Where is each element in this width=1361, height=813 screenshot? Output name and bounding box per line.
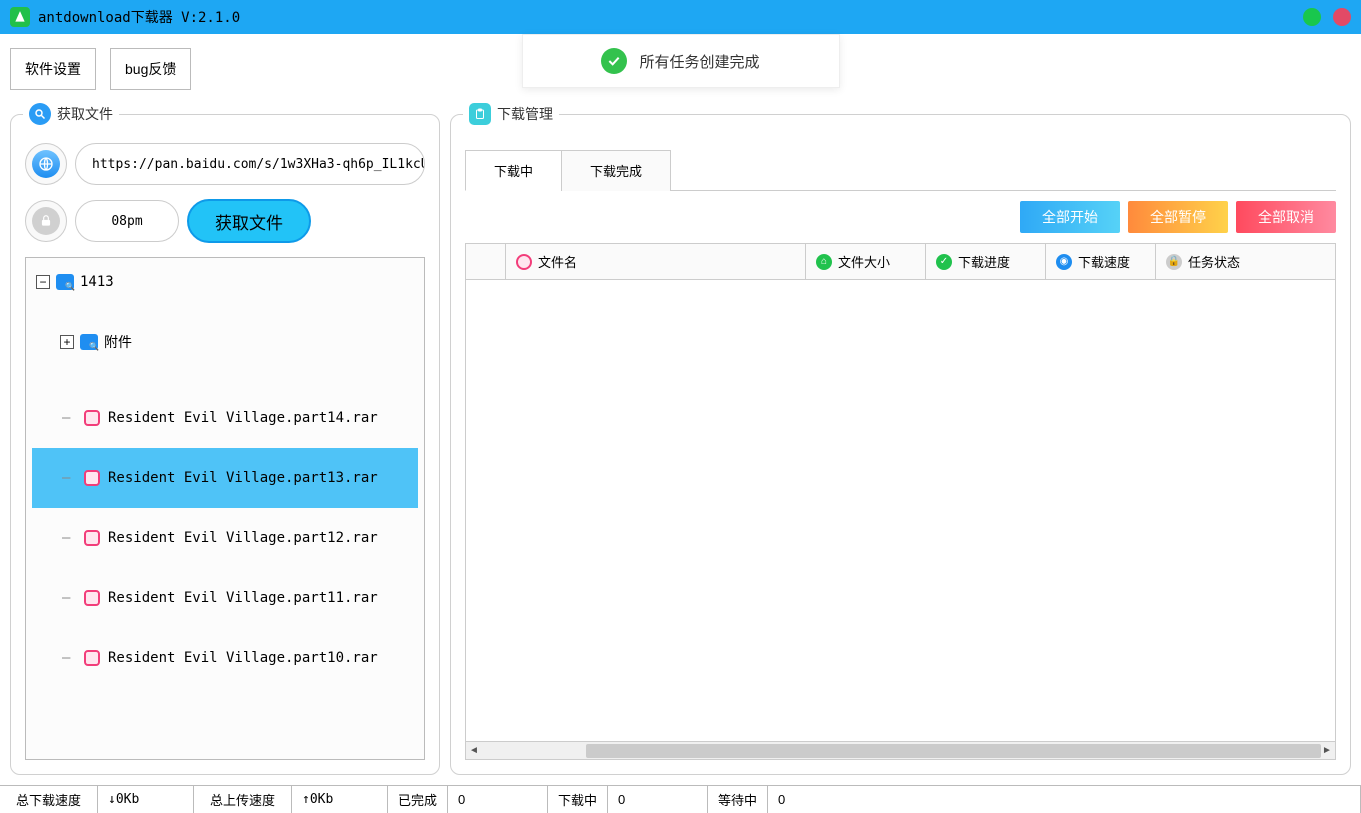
tree-file[interactable]: —Resident Evil Village.part12.rar <box>32 508 418 568</box>
col-status[interactable]: 任务状态 <box>1188 252 1240 271</box>
col-name[interactable]: 文件名 <box>538 252 577 271</box>
pause-all-button[interactable]: 全部暂停 <box>1128 201 1228 233</box>
tree-file[interactable]: —Resident Evil Village.part11.rar <box>32 568 418 628</box>
download-panel: 下载管理 下载中 下载完成 全部开始 全部暂停 全部取消 文件名 ⌂文件大小 ✓… <box>450 114 1351 775</box>
password-input[interactable]: 08pm <box>75 200 179 242</box>
sb-wait-value: 0 <box>768 786 1361 813</box>
download-panel-label: 下载管理 <box>497 104 553 124</box>
check-icon <box>601 48 627 74</box>
sb-done-value: 0 <box>448 786 548 813</box>
lock-icon: 🔒 <box>1166 254 1182 270</box>
globe-icon <box>32 150 60 178</box>
url-input[interactable]: https://pan.baidu.com/s/1w3XHa3-qh6p_IL1… <box>75 143 425 185</box>
col-speed[interactable]: 下载速度 <box>1078 252 1130 271</box>
file-icon <box>84 410 100 426</box>
url-icon-button[interactable] <box>25 143 67 185</box>
size-icon: ⌂ <box>816 254 832 270</box>
col-progress[interactable]: 下载进度 <box>958 252 1010 271</box>
fetch-panel: 获取文件 https://pan.baidu.com/s/1w3XHa3-qh6… <box>10 114 440 775</box>
folder-icon <box>80 334 98 350</box>
lock-icon <box>32 207 60 235</box>
tree-file-label: Resident Evil Village.part12.rar <box>108 530 378 546</box>
toast-message: 所有任务创建完成 <box>639 51 759 72</box>
sb-dl-value: ↓0Kb <box>98 786 194 813</box>
globe-icon: ◉ <box>1056 254 1072 270</box>
file-tree[interactable]: − 1413 + 附件 —Resident Evil Village.part1… <box>25 257 425 760</box>
file-icon <box>84 470 100 486</box>
tab-downloading[interactable]: 下载中 <box>465 150 562 191</box>
expand-icon[interactable]: + <box>60 335 74 349</box>
scroll-left-icon[interactable]: ◄ <box>466 745 482 756</box>
download-panel-title: 下载管理 <box>463 103 559 125</box>
cancel-all-button[interactable]: 全部取消 <box>1236 201 1336 233</box>
col-size[interactable]: 文件大小 <box>838 252 890 271</box>
sb-active-label: 下载中 <box>548 786 608 813</box>
minimize-button[interactable] <box>1303 8 1321 26</box>
fetch-panel-label: 获取文件 <box>57 104 113 124</box>
tree-root-label: 1413 <box>80 274 114 290</box>
tree-folder-label: 附件 <box>104 332 132 352</box>
tree-file[interactable]: —Resident Evil Village.part13.rar <box>32 448 418 508</box>
file-icon <box>84 650 100 666</box>
tree-file-label: Resident Evil Village.part14.rar <box>108 410 378 426</box>
tab-completed[interactable]: 下载完成 <box>561 150 671 191</box>
close-button[interactable] <box>1333 8 1351 26</box>
sb-ul-value: ↑0Kb <box>292 786 388 813</box>
tree-file-label: Resident Evil Village.part10.rar <box>108 650 378 666</box>
file-icon <box>84 590 100 606</box>
scroll-right-icon[interactable]: ► <box>1319 745 1335 756</box>
collapse-icon[interactable]: − <box>36 275 50 289</box>
tree-file-label: Resident Evil Village.part11.rar <box>108 590 378 606</box>
toast-notification: 所有任务创建完成 <box>522 34 840 88</box>
sb-done-label: 已完成 <box>388 786 448 813</box>
fetch-panel-title: 获取文件 <box>23 103 119 125</box>
sb-ul-label: 总上传速度 <box>194 786 292 813</box>
folder-icon <box>56 274 74 290</box>
tree-root[interactable]: − 1413 <box>32 268 418 296</box>
check-icon: ✓ <box>936 254 952 270</box>
tree-file[interactable]: —Resident Evil Village.part14.rar <box>32 388 418 448</box>
tree-file-label: Resident Evil Village.part13.rar <box>108 470 378 486</box>
status-bar: 总下载速度 ↓0Kb 总上传速度 ↑0Kb 已完成 0 下载中 0 等待中 0 <box>0 785 1361 813</box>
table-header: 文件名 ⌂ 文件大小 ✓ 下载进度 ◉ 下载速度 🔒 任务状态 <box>466 244 1335 280</box>
bug-report-button[interactable]: bug反馈 <box>110 48 191 90</box>
settings-button[interactable]: 软件设置 <box>10 48 96 90</box>
tree-file[interactable]: —Resident Evil Village.part10.rar <box>32 628 418 688</box>
app-icon <box>10 7 30 27</box>
sb-wait-label: 等待中 <box>708 786 768 813</box>
horizontal-scrollbar[interactable]: ◄ ► <box>466 741 1335 759</box>
fetch-button[interactable]: 获取文件 <box>187 199 311 243</box>
sb-active-value: 0 <box>608 786 708 813</box>
file-icon <box>516 254 532 270</box>
start-all-button[interactable]: 全部开始 <box>1020 201 1120 233</box>
clipboard-icon <box>469 103 491 125</box>
tree-folder[interactable]: + 附件 <box>32 326 418 358</box>
search-icon <box>29 103 51 125</box>
password-icon-button[interactable] <box>25 200 67 242</box>
titlebar: antdownload下载器 V:2.1.0 <box>0 0 1361 34</box>
download-table: 文件名 ⌂ 文件大小 ✓ 下载进度 ◉ 下载速度 🔒 任务状态 ◄ ► <box>465 243 1336 760</box>
sb-dl-label: 总下载速度 <box>0 786 98 813</box>
table-body <box>466 280 1335 741</box>
app-title: antdownload下载器 V:2.1.0 <box>38 7 240 27</box>
scrollbar-thumb[interactable] <box>586 744 1321 758</box>
file-icon <box>84 530 100 546</box>
tabs: 下载中 下载完成 <box>465 149 1336 191</box>
